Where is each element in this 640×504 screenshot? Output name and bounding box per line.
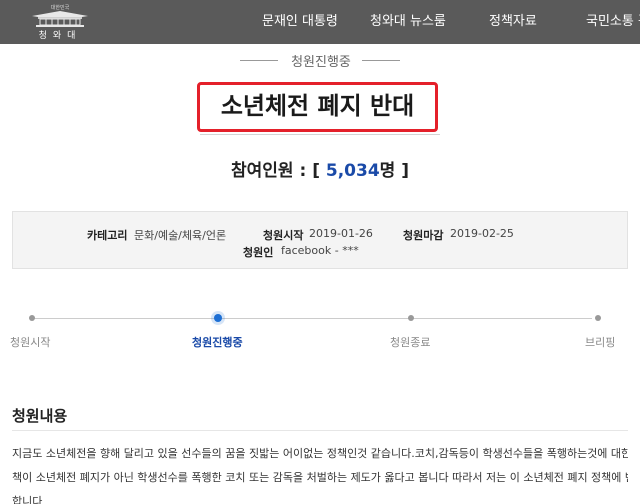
participants-count: 참여인원 : [ 5,034명 ] [0, 156, 640, 181]
body-line-3: 합니다 [12, 495, 43, 504]
end-date-label: 청원마감 [403, 229, 444, 242]
nav-policy[interactable]: 정책자료 [489, 0, 537, 44]
progress-track [32, 318, 592, 319]
start-date-value: 2019-01-26 [309, 227, 373, 240]
progress-dot-briefing [595, 315, 601, 321]
petition-title-highlight: 소년체전 폐지 반대 [197, 82, 438, 132]
step-briefing: 브리핑 [585, 336, 616, 349]
blue-house-icon [32, 11, 88, 27]
body-line-2: 책이 소년체전 폐지가 아닌 학생선수를 폭행한 코치 또는 감독을 처벌하는 … [12, 471, 628, 484]
nav-newsroom[interactable]: 청와대 뉴스룸 [370, 0, 446, 44]
body-line-1: 지금도 소년체전을 향해 달리고 있을 선수들의 꿈을 짓밟는 어이없는 정책인… [12, 447, 628, 460]
category-label: 카테고리 [87, 229, 128, 242]
petition-status: 청원진행중 [291, 55, 351, 70]
step-start: 청원시작 [10, 336, 51, 349]
nav-communication[interactable]: 국민소통 광 [586, 0, 640, 44]
petition-info-box: 카테고리 문화/예술/체육/언론 청원시작 2019-01-26 청원마감 20… [12, 211, 628, 269]
start-date-label: 청원시작 [263, 229, 304, 242]
status-divider-left [240, 60, 278, 61]
content-divider [12, 430, 628, 431]
participants-label: 참여인원 : [ [231, 161, 326, 181]
progress-dot-active [214, 314, 222, 322]
content-heading: 청원내용 [12, 407, 68, 425]
petition-body: 지금도 소년체전을 향해 달리고 있을 선수들의 꿈을 짓밟는 어이없는 정책인… [12, 442, 628, 504]
category-value: 문화/예술/체육/언론 [134, 229, 227, 242]
top-navigation-bar: 대한민국 청와대 문재인 대통령 청와대 뉴스룸 정책자료 국민소통 광 [0, 0, 640, 44]
step-ended: 청원종료 [390, 336, 431, 349]
status-divider-right [362, 60, 400, 61]
nav-president[interactable]: 문재인 대통령 [262, 0, 338, 44]
petition-title: 소년체전 폐지 반대 [220, 92, 415, 120]
step-in-progress: 청원진행중 [192, 336, 243, 349]
progress-dot-ended [408, 315, 414, 321]
participants-number: 5,034 [325, 161, 380, 181]
logo-name: 청와대 [38, 31, 82, 41]
participants-unit: 명 ] [379, 161, 409, 181]
title-divider [200, 134, 440, 135]
author-value: facebook - *** [281, 244, 359, 257]
author-label: 청원인 [243, 246, 274, 259]
cheongwadae-logo[interactable]: 대한민국 청와대 [22, 3, 98, 41]
end-date-value: 2019-02-25 [450, 227, 514, 240]
progress-dot-start [29, 315, 35, 321]
